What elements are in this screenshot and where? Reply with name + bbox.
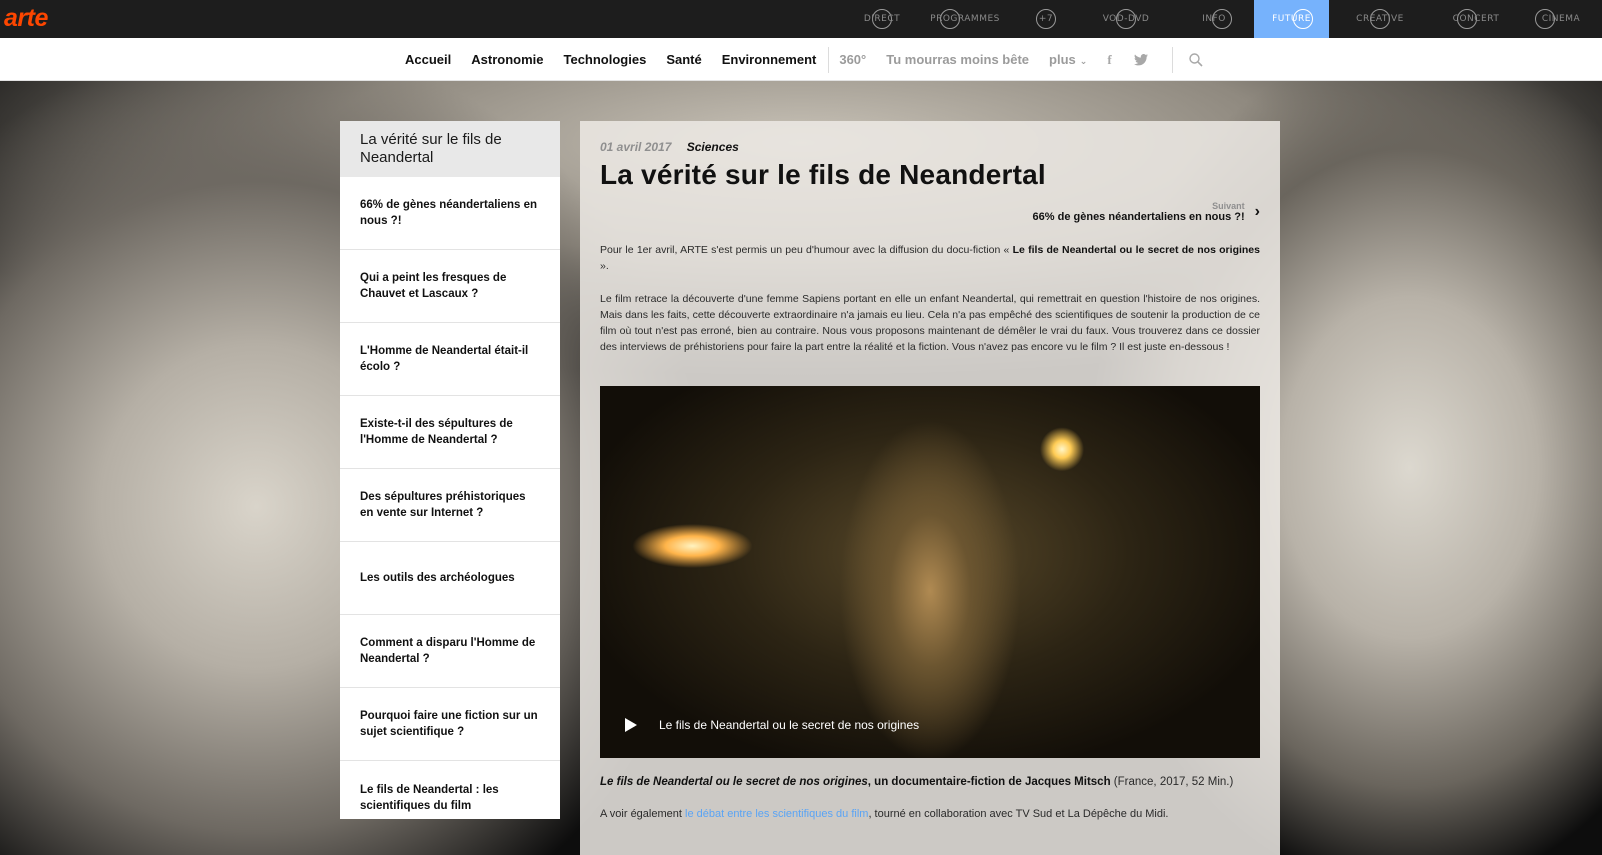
nav-tu-mourras-moins-bete[interactable]: Tu mourras moins bête: [886, 52, 1029, 67]
nav-plus-dropdown[interactable]: plus ⌄: [1049, 52, 1087, 67]
article-meta: 01 avril 2017 Sciences: [600, 140, 739, 154]
sidebar-title[interactable]: La vérité sur le fils de Neandertal: [340, 121, 560, 177]
sidebar-item[interactable]: Des sépultures préhistoriques en vente s…: [340, 469, 560, 542]
next-title: 66% de gènes néandertaliens en nous ?!: [1032, 211, 1245, 223]
topnav-direct[interactable]: DIRECT: [848, 0, 916, 38]
search-icon[interactable]: [1188, 52, 1203, 67]
article-panel: 01 avril 2017 Sciences La vérité sur le …: [580, 121, 1280, 855]
arte-logo[interactable]: arte: [4, 4, 48, 32]
next-label: Suivant: [1212, 201, 1245, 211]
video-title: Le fils de Neandertal ou le secret de no…: [659, 718, 920, 732]
nav-divider: [828, 46, 830, 73]
topnav-info[interactable]: INFO: [1174, 0, 1254, 38]
topnav-plus7[interactable]: +7: [1014, 0, 1078, 38]
chevron-right-icon[interactable]: ›: [1255, 203, 1260, 221]
facebook-icon[interactable]: f: [1107, 52, 1111, 68]
top-nav: DIRECT PROGRAMMES +7 VOD-DVD INFO FUTURE…: [848, 0, 1601, 38]
topnav-creative[interactable]: CREATIVE: [1329, 0, 1431, 38]
debate-link[interactable]: le débat entre les scientifiques du film: [685, 808, 868, 820]
body-paragraph: Le film retrace la découverte d'une femm…: [600, 293, 1260, 353]
chevron-down-icon: ⌄: [1079, 56, 1088, 66]
sidebar-item[interactable]: Les outils des archéologues: [340, 542, 560, 615]
sidebar-item[interactable]: Existe-t-il des sépultures de l'Homme de…: [340, 396, 560, 469]
article-title: La vérité sur le fils de Neandertal: [600, 159, 1046, 190]
nav-environnement[interactable]: Environnement: [722, 52, 817, 67]
sidebar-item[interactable]: Qui a peint les fresques de Chauvet et L…: [340, 250, 560, 323]
intro-paragraph: Pour le 1er avril, ARTE s'est permis un …: [600, 244, 1260, 272]
topnav-cinema[interactable]: CINEMA: [1521, 0, 1601, 38]
twitter-icon[interactable]: [1133, 53, 1148, 66]
topnav-future[interactable]: FUTURE: [1254, 0, 1329, 38]
next-article-link[interactable]: Suivant 66% de gènes néandertaliens en n…: [1033, 201, 1260, 223]
video-caption: Le fils de Neandertal ou le secret de no…: [625, 718, 919, 732]
sidebar-item[interactable]: 66% de gènes néandertaliens en nous ?!: [340, 177, 560, 250]
topnav-concert[interactable]: CONCERT: [1431, 0, 1521, 38]
nav-accueil[interactable]: Accueil: [405, 52, 451, 67]
dossier-sidebar: La vérité sur le fils de Neandertal 66% …: [340, 121, 560, 819]
sidebar-item[interactable]: Le fils de Neandertal : les scientifique…: [340, 761, 560, 834]
section-nav: Accueil Astronomie Technologies Santé En…: [0, 38, 1602, 81]
film-credit: Le fils de Neandertal ou le secret de no…: [600, 776, 1234, 788]
sidebar-item[interactable]: Pourquoi faire une fiction sur un sujet …: [340, 688, 560, 761]
video-player[interactable]: Le fils de Neandertal ou le secret de no…: [600, 386, 1260, 758]
article-category[interactable]: Sciences: [687, 140, 739, 154]
nav-divider: [1171, 46, 1173, 73]
sidebar-item[interactable]: Comment a disparu l'Homme de Neandertal …: [340, 615, 560, 688]
nav-sante[interactable]: Santé: [666, 52, 701, 67]
article-date: 01 avril 2017: [600, 140, 672, 154]
nav-technologies[interactable]: Technologies: [563, 52, 646, 67]
top-bar: arte DIRECT PROGRAMMES +7 VOD-DVD INFO F…: [0, 0, 1602, 38]
see-also: A voir également le débat entre les scie…: [600, 808, 1169, 820]
topnav-vod-dvd[interactable]: VOD-DVD: [1078, 0, 1174, 38]
nav-360[interactable]: 360°: [839, 52, 866, 67]
play-icon[interactable]: [625, 718, 637, 732]
sidebar-item[interactable]: L'Homme de Neandertal était-il écolo ?: [340, 323, 560, 396]
nav-astronomie[interactable]: Astronomie: [471, 52, 543, 67]
topnav-programmes[interactable]: PROGRAMMES: [916, 0, 1014, 38]
